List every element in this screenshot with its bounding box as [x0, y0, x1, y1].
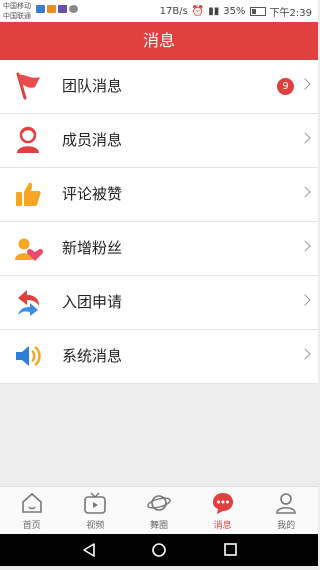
menu-item-team-messages[interactable]: 团队消息 9 — [0, 60, 318, 114]
tab-label: 视频 — [86, 521, 105, 531]
menu-item-label: 评论被赞 — [62, 185, 123, 203]
page-header: 消息 — [0, 22, 318, 60]
tab-label: 我的 — [277, 521, 296, 531]
battery-icon — [249, 7, 266, 16]
planet-icon — [147, 495, 171, 511]
chevron-right-icon — [299, 240, 311, 252]
chat-bubble-icon — [212, 493, 233, 514]
app-notification-icon — [58, 5, 67, 13]
tab-messages[interactable]: 消息 — [191, 487, 255, 535]
chevron-right-icon — [299, 294, 311, 306]
carrier-1: 中国移动 — [3, 2, 31, 10]
app-notification-icon — [36, 5, 45, 13]
carrier-2: 中国联通 — [3, 12, 31, 20]
recents-icon[interactable] — [224, 543, 237, 556]
tv-icon — [84, 492, 107, 514]
join-request-icon — [18, 290, 39, 316]
thumbs-up-icon — [16, 182, 41, 206]
app-notification-icon — [47, 5, 56, 13]
menu-item-label: 成员消息 — [62, 131, 123, 149]
system-nav-bar — [0, 534, 318, 566]
battery-percent: 35% — [223, 6, 246, 17]
menu-item-join-requests[interactable]: 入团申请 — [0, 276, 318, 330]
menu-item-system-messages[interactable]: 系统消息 — [0, 330, 318, 384]
red-flag-icon — [16, 72, 40, 100]
message-list: 团队消息 9 成员消息 评论被赞 新增粉丝 入团申请 系统消息 — [0, 60, 318, 384]
menu-item-label: 新增粉丝 — [62, 239, 123, 257]
home-icon — [21, 492, 42, 513]
new-fans-icon — [15, 238, 43, 261]
notification-icons — [36, 5, 78, 13]
alarm-icon: ⏰ — [191, 6, 205, 17]
tab-dance-circle[interactable]: 舞圈 — [127, 487, 191, 535]
menu-item-member-messages[interactable]: 成员消息 — [0, 114, 318, 168]
menu-item-new-fans[interactable]: 新增粉丝 — [0, 222, 318, 276]
chevron-right-icon — [299, 186, 311, 198]
chevron-right-icon — [299, 132, 311, 144]
chevron-right-icon — [299, 348, 311, 360]
network-speed: 17B/s — [159, 6, 188, 17]
signal-icon: ▮▮ — [208, 6, 220, 17]
bottom-tab-bar: 首页 视频 舞圈 消息 我的 — [0, 486, 318, 535]
speaker-icon — [16, 345, 41, 367]
home-circle-icon[interactable] — [152, 543, 166, 557]
clock: 下午2:39 — [269, 8, 312, 19]
status-right: 17B/s ⏰ ▮▮ 35% 下午2:39 — [160, 4, 312, 19]
menu-item-label: 团队消息 — [62, 77, 123, 95]
page-title: 消息 — [142, 31, 175, 50]
menu-item-label: 入团申请 — [62, 293, 123, 311]
chevron-right-icon — [299, 78, 311, 90]
menu-item-label: 系统消息 — [62, 347, 123, 365]
app-notification-icon — [69, 5, 78, 13]
tab-video[interactable]: 视频 — [64, 487, 128, 535]
tab-label: 首页 — [22, 521, 41, 531]
user-icon — [276, 493, 296, 514]
tab-label: 消息 — [213, 521, 232, 531]
status-bar: 中国移动 中国联通 17B/s ⏰ ▮▮ 35% 下午2:39 — [0, 0, 318, 22]
tab-home[interactable]: 首页 — [0, 487, 64, 535]
carrier-labels: 中国移动 中国联通 — [3, 1, 31, 21]
tab-profile[interactable]: 我的 — [254, 487, 318, 535]
back-icon[interactable] — [83, 543, 95, 557]
unread-badge: 9 — [277, 78, 294, 95]
menu-item-comment-likes[interactable]: 评论被赞 — [0, 168, 318, 222]
system-nav-buttons — [83, 543, 237, 557]
member-icon — [17, 126, 39, 153]
tab-label: 舞圈 — [149, 521, 168, 531]
